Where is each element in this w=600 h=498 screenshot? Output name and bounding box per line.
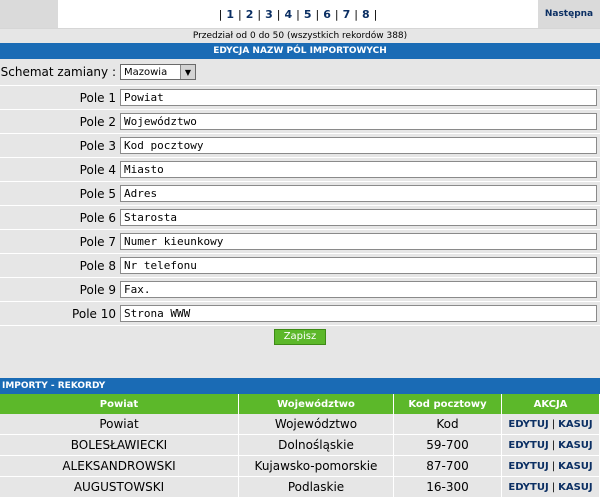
field-row: Pole 1 Powiat [0,86,600,110]
page-link-4[interactable]: 4 [284,8,292,21]
page-link-3[interactable]: 3 [265,8,273,21]
field-label: Pole 4 [79,162,116,177]
table-row: BOLESŁAWIECKI Dolnośląskie 59-700 EDYTUJ… [0,434,600,456]
cell-powiat: BOLESŁAWIECKI [0,434,239,456]
field-row: Pole 9 Fax. [0,278,600,302]
page-link-1[interactable]: 1 [226,8,234,21]
column-header-kod-pocztowy: Kod pocztowy [393,394,502,414]
page-link-5[interactable]: 5 [304,8,312,21]
field-input-9[interactable]: Fax. [120,281,597,298]
field-label: Pole 9 [79,282,116,297]
field-input-5[interactable]: Adres [120,185,597,202]
cell-wojewodztwo: Dolnośląskie [238,434,394,456]
page-link-8[interactable]: 8 [362,8,370,21]
cell-powiat: AUGUSTOWSKI [0,476,239,498]
cell-actions: EDYTUJ | KASUJ [501,455,600,477]
field-input-10[interactable]: Strona WWW [120,305,597,322]
next-page-link[interactable]: Następna [538,0,600,28]
field-row: Pole 7 Numer kieunkowy [0,230,600,254]
records-table: Powiat Województwo Kod pocztowy AKCJA Po… [0,394,600,498]
edit-section-title: EDYCJA NAZW PÓL IMPORTOWYCH [0,43,600,59]
field-label: Pole 8 [79,258,116,273]
cell-kod: 16-300 [393,476,502,498]
field-row: Pole 2 Województwo [0,110,600,134]
delete-link[interactable]: KASUJ [558,419,593,430]
field-label: Pole 6 [79,210,116,225]
field-row: Pole 3 Kod pocztowy [0,134,600,158]
cell-powiat: ALEKSANDROWSKI [0,455,239,477]
field-row: Pole 6 Starosta [0,206,600,230]
cell-wojewodztwo: Podlaskie [238,476,394,498]
page-link-7[interactable]: 7 [343,8,351,21]
schema-row: Schemat zamiany : Mazowia ▼ [0,59,600,86]
edit-link[interactable]: EDYTUJ [508,461,548,472]
record-range-text: Przedział od 0 do 50 (wszystkich rekordó… [0,29,600,43]
schema-select-value: Mazowia [124,66,168,78]
cell-powiat: Powiat [0,414,239,435]
cell-kod: 87-700 [393,455,502,477]
table-row: Powiat Województwo Kod EDYTUJ | KASUJ [0,414,600,435]
field-row: Pole 4 Miasto [0,158,600,182]
delete-link[interactable]: KASUJ [558,461,593,472]
table-row: ALEKSANDROWSKI Kujawsko-pomorskie 87-700… [0,455,600,477]
chevron-down-icon: ▼ [180,65,195,79]
cell-actions: EDYTUJ | KASUJ [501,476,600,498]
field-row: Pole 10 Strona WWW [0,302,600,326]
cell-wojewodztwo: Kujawsko-pomorskie [238,455,394,477]
field-row: Pole 5 Adres [0,182,600,206]
field-list: Pole 1 Powiat Pole 2 Województwo Pole 3 … [0,86,600,326]
field-label: Pole 10 [72,306,116,321]
edit-link[interactable]: EDYTUJ [508,419,548,430]
page-link-2[interactable]: 2 [246,8,254,21]
table-header-row: Powiat Województwo Kod pocztowy AKCJA [0,394,600,414]
field-input-7[interactable]: Numer kieunkowy [120,233,597,250]
field-input-4[interactable]: Miasto [120,161,597,178]
cell-kod: Kod [393,414,502,435]
column-header-powiat: Powiat [0,394,239,414]
field-input-1[interactable]: Powiat [120,89,597,106]
cell-kod: 59-700 [393,434,502,456]
field-label: Pole 5 [79,186,116,201]
edit-link[interactable]: EDYTUJ [508,440,548,451]
delete-link[interactable]: KASUJ [558,440,593,451]
field-label: Pole 1 [79,90,116,105]
field-label: Pole 3 [79,138,116,153]
delete-link[interactable]: KASUJ [558,482,593,493]
cell-actions: EDYTUJ | KASUJ [501,414,600,435]
pagination-bar: | 1 | 2 | 3 | 4 | 5 | 6 | 7 | 8 | Następ… [0,0,600,29]
field-label: Pole 2 [79,114,116,129]
field-input-8[interactable]: Nr telefonu [120,257,597,274]
schema-select[interactable]: Mazowia ▼ [120,64,196,80]
field-input-6[interactable]: Starosta [120,209,597,226]
table-row: AUGUSTOWSKI Podlaskie 16-300 EDYTUJ | KASU… [0,476,600,498]
save-button[interactable]: Zapisz [273,329,327,345]
schema-label: Schemat zamiany : [0,65,116,79]
page-links: | 1 | 2 | 3 | 4 | 5 | 6 | 7 | 8 | [218,7,378,21]
records-section-title: IMPORTY - REKORDY [0,378,600,394]
field-input-2[interactable]: Województwo [120,113,597,130]
edit-link[interactable]: EDYTUJ [508,482,548,493]
cell-actions: EDYTUJ | KASUJ [501,434,600,456]
column-header-akcja: AKCJA [501,394,600,414]
field-input-3[interactable]: Kod pocztowy [120,137,597,154]
column-header-wojewodztwo: Województwo [238,394,394,414]
pagination-left-spacer [0,0,58,28]
cell-wojewodztwo: Województwo [238,414,394,435]
page-link-6[interactable]: 6 [323,8,331,21]
field-label: Pole 7 [79,234,116,249]
field-row: Pole 8 Nr telefonu [0,254,600,278]
save-area: Zapisz [0,326,600,378]
